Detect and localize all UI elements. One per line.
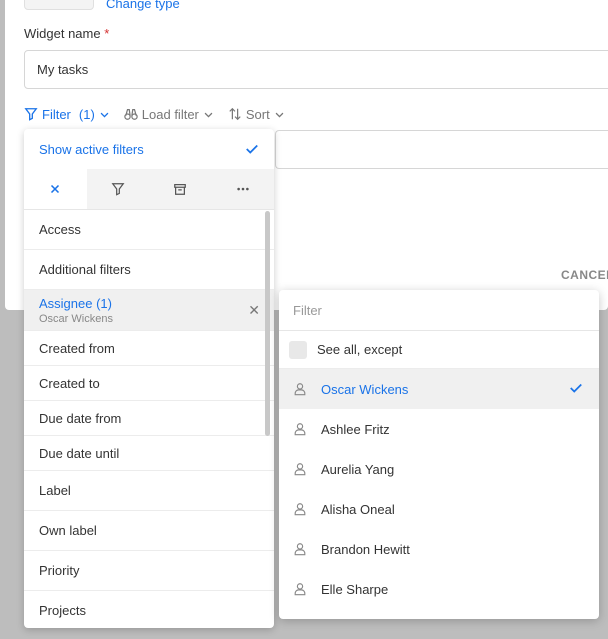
user-option[interactable]: Brandon Hewitt [279,529,599,569]
tab-more[interactable] [212,169,275,209]
filter-icon [111,183,125,196]
required-marker: * [104,26,110,41]
checkmark-icon [246,144,258,154]
widget-name-label: Widget name * [24,26,109,41]
user-option[interactable]: Ashlee Fritz [279,409,599,449]
filter-count: (1) [78,106,95,122]
user-icon [294,503,306,516]
user-icon [294,583,306,596]
widget-name-input[interactable] [24,50,608,89]
list-item-label: Created from [39,340,115,356]
close-icon [51,184,60,194]
tab-archive[interactable] [149,169,212,209]
list-item-label: Priority [39,563,80,578]
list-item[interactable]: Projects [24,591,274,628]
list-item-sublabel: Oscar Wickens [39,312,113,325]
checkmark-icon [570,383,582,393]
archive-icon [174,184,187,195]
load-filter-label: Load filter [141,106,199,122]
cancel-button[interactable]: CANCEL [561,268,608,282]
see-all-except-label: See all, except [317,342,403,357]
user-name: Elle Sharpe [321,581,389,597]
filter-panel-tabs [24,169,274,210]
user-option[interactable]: Elle Sharpe [279,569,599,609]
user-option[interactable]: Alisha Oneal [279,489,599,529]
filter-panel: Show active filters Access Additional fi… [24,129,274,628]
list-item-label: Own label [39,523,97,538]
list-item[interactable]: Own label [24,511,274,551]
user-icon [294,383,306,396]
see-all-except-checkbox[interactable] [289,340,307,359]
user-name: Alisha Oneal [321,501,395,517]
list-item-label: Due date until [39,445,120,461]
filter-icon [24,108,38,121]
sort-label: Sort [245,106,270,122]
filter-toolbar: Filter (1) Load filter Sort [24,104,299,124]
list-item[interactable]: Access [24,210,274,250]
user-icon [294,463,306,476]
remove-filter-icon[interactable]: ✕ [248,302,260,319]
hidden-field [275,130,608,169]
list-item-label: Access [39,222,81,237]
list-item[interactable]: Label [24,471,274,511]
load-filter-button[interactable]: Load filter [124,107,214,122]
user-name: Brandon Hewitt [321,541,410,557]
user-name: Oscar Wickens [321,381,409,397]
list-item-label: Due date from [39,410,122,426]
chevron-down-icon [204,112,213,117]
user-icon [294,543,306,556]
change-type-link[interactable]: Change type [106,0,180,11]
binoculars-icon [124,109,138,120]
chevron-down-icon [100,112,109,117]
list-item[interactable]: Due date from [24,401,274,436]
list-item[interactable]: Due date until [24,436,274,471]
list-item[interactable]: Priority [24,551,274,591]
list-item[interactable]: Additional filters [24,250,274,290]
user-name: Aurelia Yang [321,461,395,477]
show-active-filters-label: Show active filters [39,141,144,157]
list-item[interactable]: Created to [24,366,274,401]
show-active-filters-toggle[interactable]: Show active filters [24,129,274,169]
sort-button[interactable]: Sort [228,107,285,122]
sort-icon [229,107,241,121]
tab-clear[interactable] [24,169,87,209]
filter-list-scrollbar[interactable] [265,211,270,436]
list-item-assignee[interactable]: Assignee (1) Oscar Wickens ✕ [24,290,274,331]
list-item-label: Assignee (1) [39,295,112,311]
assignee-search-input[interactable]: Filter [279,290,599,331]
list-item-label: Label [39,483,71,498]
tab-filter[interactable] [87,169,150,209]
list-item-label: Created to [39,375,100,391]
user-option[interactable]: Aurelia Yang [279,449,599,489]
filter-list: Access Additional filters Assignee (1) O… [24,210,274,628]
widget-type-preview [24,0,94,10]
assignee-dropdown: Filter See all, except Oscar Wickens Ash… [279,290,599,619]
filter-button[interactable]: Filter (1) [24,107,110,122]
user-name: Ashlee Fritz [321,421,390,437]
list-item-label: Projects [39,603,86,618]
widget-name-label-text: Widget name [24,26,101,41]
chevron-down-icon [275,112,284,117]
more-icon [237,187,249,191]
list-item-label: Additional filters [39,262,131,277]
filter-button-label: Filter [42,106,71,122]
user-icon [294,423,306,436]
list-item[interactable]: Created from [24,331,274,366]
see-all-except-option[interactable]: See all, except [279,331,599,369]
user-option[interactable]: Oscar Wickens [279,369,599,409]
